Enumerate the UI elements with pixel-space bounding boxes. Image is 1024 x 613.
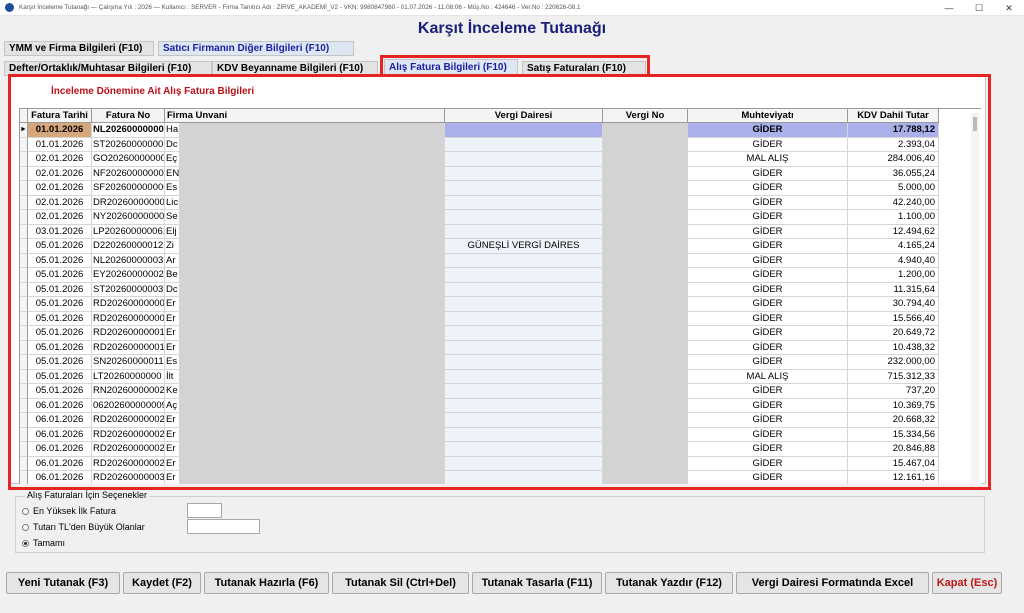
options-group — [15, 496, 985, 553]
page-title: Karşıt İnceleme Tutanağı — [417, 20, 607, 37]
en-yuksek-count-input[interactable] — [187, 503, 222, 518]
yeni-tutanak-button[interactable]: Yeni Tutanak (F3) — [6, 572, 120, 594]
options-legend: Alış Faturaları İçin Seçenekler — [25, 490, 150, 500]
panel-highlight-frame — [8, 74, 991, 490]
window-title: Karşıt İnceleme Tutanağı — Çalışma Yılı … — [19, 4, 581, 11]
tutanak-sil-button[interactable]: Tutanak Sil (Ctrl+Del) — [332, 572, 469, 594]
option-en-yuksek[interactable]: En Yüksek İlk Fatura — [22, 506, 116, 516]
radio-en-yuksek[interactable] — [22, 507, 29, 515]
maximize-button[interactable]: ☐ — [964, 0, 994, 16]
radio-tamami[interactable] — [22, 539, 29, 547]
tutanak-yazdir-button[interactable]: Tutanak Yazdır (F12) — [605, 572, 733, 594]
option-tamami-label: Tamamı — [33, 538, 66, 548]
tab-ymm-firma[interactable]: YMM ve Firma Bilgileri (F10) — [4, 41, 154, 56]
option-tutar-buyuk-label: Tutarı TL'den Büyük Olanlar — [33, 522, 145, 532]
vergi-dairesi-excel-button[interactable]: Vergi Dairesi Formatında Excel — [736, 572, 929, 594]
kapat-button[interactable]: Kapat (Esc) — [932, 572, 1002, 594]
window-titlebar: Karşıt İnceleme Tutanağı — Çalışma Yılı … — [0, 0, 1024, 16]
option-tutar-buyuk[interactable]: Tutarı TL'den Büyük Olanlar — [22, 522, 145, 532]
kaydet-button[interactable]: Kaydet (F2) — [123, 572, 201, 594]
tutanak-hazirla-button[interactable]: Tutanak Hazırla (F6) — [204, 572, 329, 594]
tutar-limit-input[interactable] — [187, 519, 260, 534]
app-icon — [5, 3, 14, 12]
close-window-button[interactable]: ✕ — [994, 0, 1024, 16]
tutanak-tasarla-button[interactable]: Tutanak Tasarla (F11) — [472, 572, 602, 594]
option-tamami[interactable]: Tamamı — [22, 538, 65, 548]
radio-tutar-buyuk[interactable] — [22, 523, 29, 531]
option-en-yuksek-label: En Yüksek İlk Fatura — [33, 506, 116, 516]
tab-satici-firma[interactable]: Satıcı Firmanın Diğer Bilgileri (F10) — [158, 41, 354, 56]
minimize-button[interactable]: — — [934, 0, 964, 16]
window-controls: — ☐ ✕ — [934, 0, 1024, 16]
